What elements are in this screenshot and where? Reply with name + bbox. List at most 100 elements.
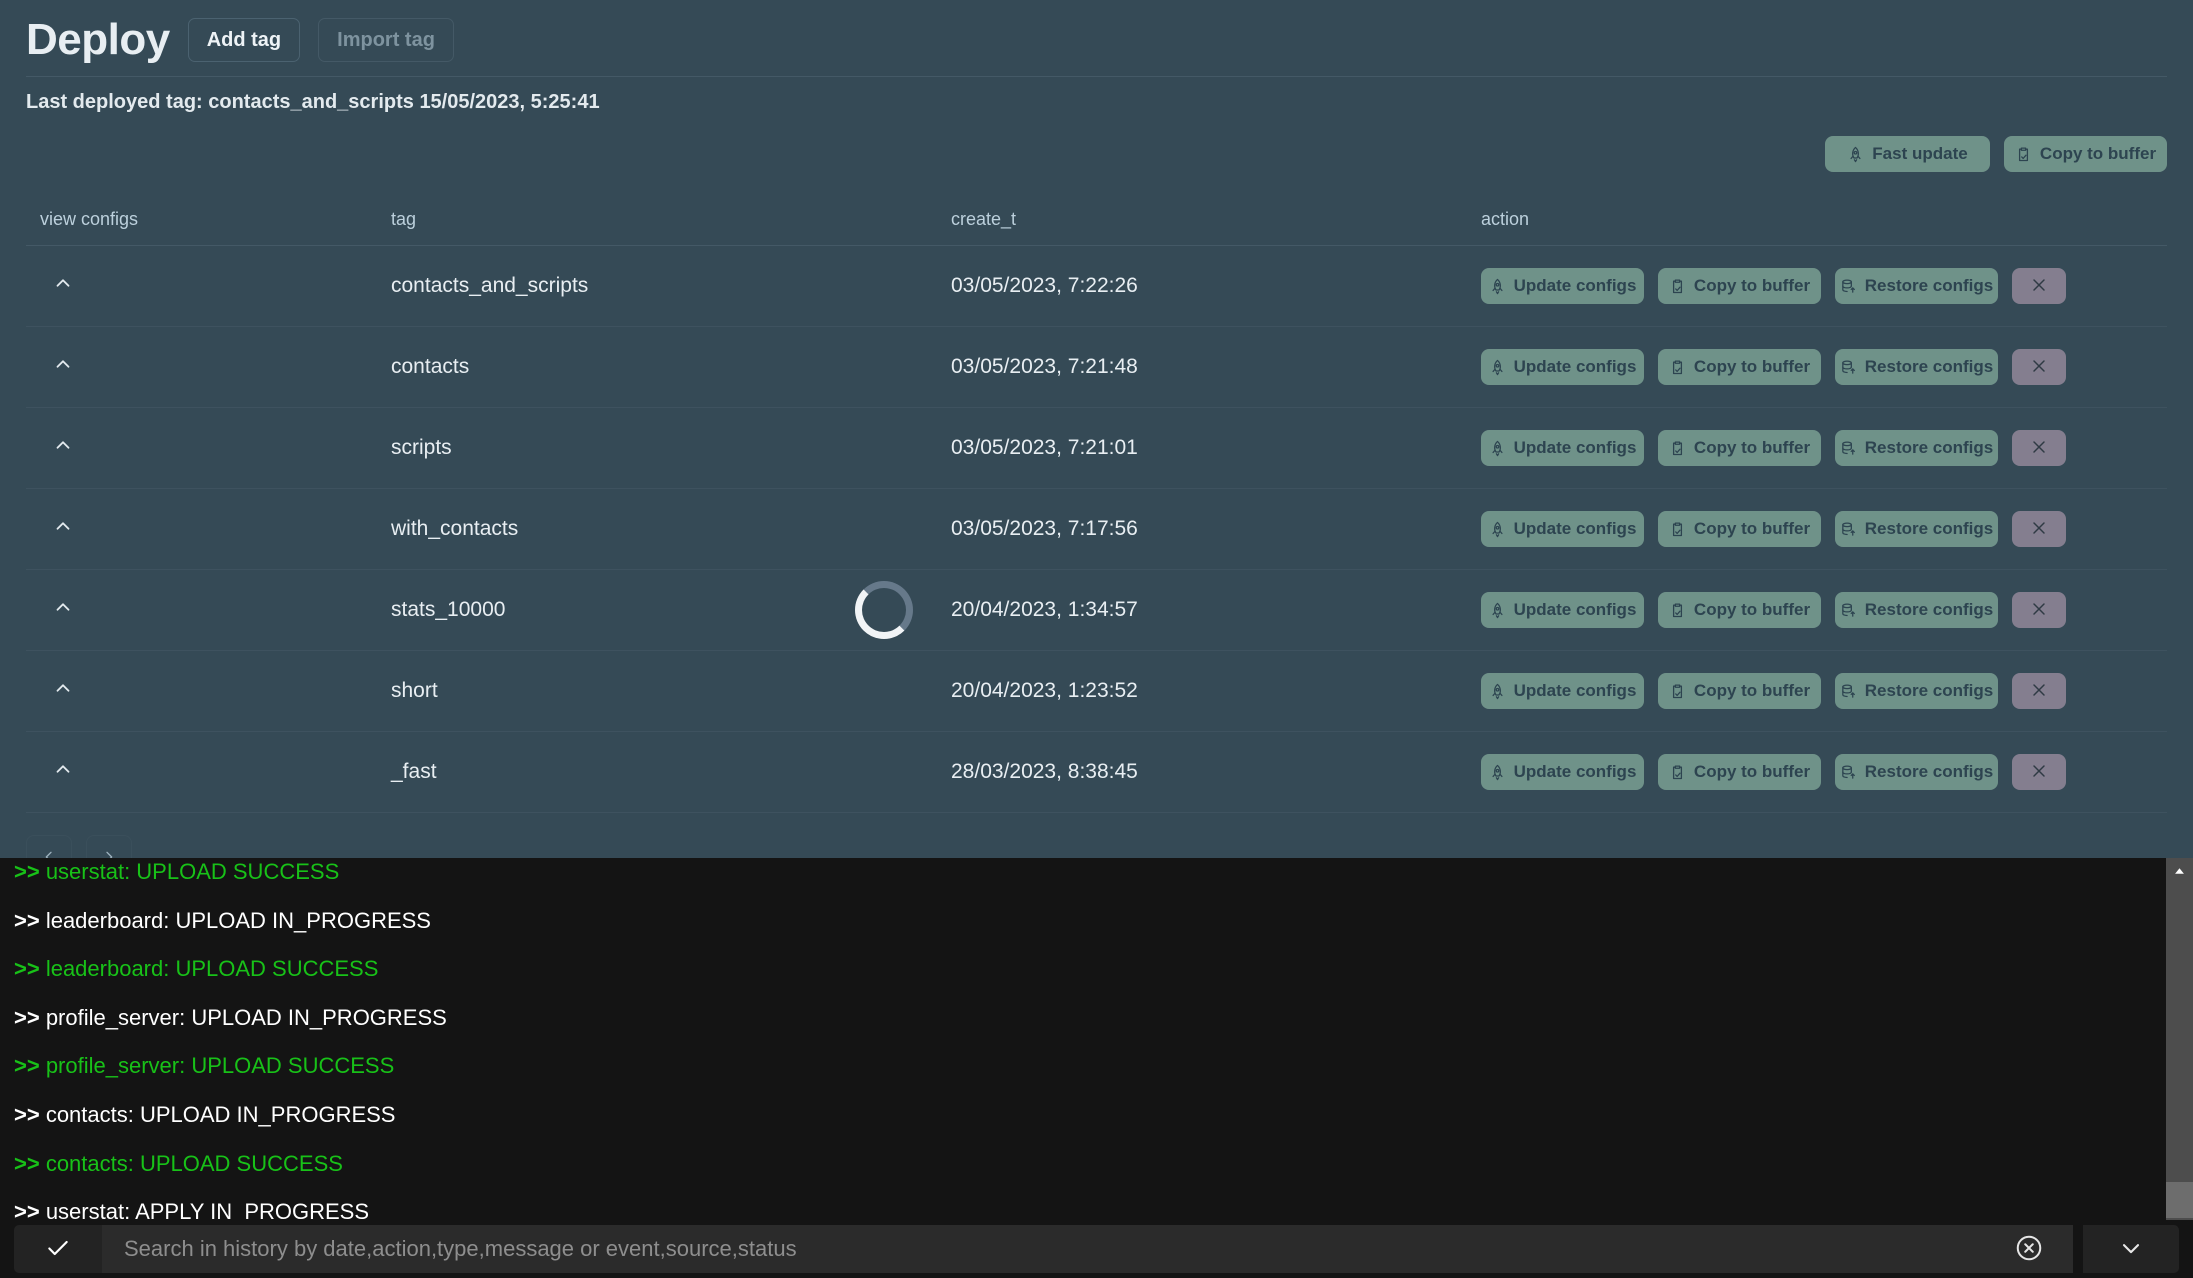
view-configs-cell [26, 353, 391, 381]
copy-to-buffer-label: Copy to buffer [1693, 600, 1811, 619]
copy-to-buffer-button[interactable]: Copy to buffer [1658, 430, 1821, 466]
restore-configs-button[interactable]: Restore configs [1835, 430, 1998, 466]
copy-to-buffer-button[interactable]: Copy to buffer [1658, 268, 1821, 304]
copy-to-buffer-button[interactable]: Copy to buffer [1658, 673, 1821, 709]
restore-configs-button[interactable]: Restore configs [1835, 349, 1998, 385]
close-icon [2029, 356, 2049, 379]
create-t-cell: 20/04/2023, 1:34:57 [855, 581, 1481, 639]
delete-tag-button[interactable] [2012, 592, 2066, 628]
restore-configs-label: Restore configs [1864, 600, 1994, 619]
restore-configs-button[interactable]: Restore configs [1835, 754, 1998, 790]
update-configs-button[interactable]: Update configs [1481, 754, 1644, 790]
create-t-value: 20/04/2023, 1:34:57 [951, 598, 1138, 621]
create-t-cell: 28/03/2023, 8:38:45 [951, 760, 1481, 784]
chevron-down-icon [2117, 1234, 2145, 1265]
rocket-icon [1489, 359, 1506, 376]
update-configs-button[interactable]: Update configs [1481, 349, 1644, 385]
delete-tag-button[interactable] [2012, 430, 2066, 466]
history-search-bar [0, 1220, 2193, 1278]
delete-tag-button[interactable] [2012, 754, 2066, 790]
chevron-up-icon [52, 434, 74, 459]
delete-tag-button[interactable] [2012, 268, 2066, 304]
fast-update-button[interactable]: Fast update [1825, 136, 1990, 172]
update-configs-label: Update configs [1513, 519, 1637, 538]
restore-configs-button[interactable]: Restore configs [1835, 268, 1998, 304]
console-log-line: >> userstat: UPLOAD SUCCESS [14, 859, 340, 884]
update-configs-button[interactable]: Update configs [1481, 511, 1644, 547]
tag-cell: contacts [391, 355, 470, 378]
restore-configs-label: Restore configs [1864, 762, 1994, 781]
update-configs-button[interactable]: Update configs [1481, 268, 1644, 304]
search-input[interactable] [102, 1225, 1985, 1273]
copy-to-buffer-button[interactable]: Copy to buffer [2004, 136, 2167, 172]
scrollbar-up-arrow[interactable] [2166, 858, 2193, 884]
apply-search-button[interactable] [14, 1225, 102, 1273]
table-row: scripts 03/05/2023, 7:21:01 Update configs… [26, 408, 2167, 489]
database-restore-icon [1840, 764, 1857, 781]
delete-tag-button[interactable] [2012, 511, 2066, 547]
restore-configs-label: Restore configs [1864, 519, 1994, 538]
view-configs-cell [26, 758, 391, 786]
delete-tag-button[interactable] [2012, 349, 2066, 385]
add-tag-button[interactable]: Add tag [187, 18, 301, 62]
console-log-panel: >> userstat: UPLOAD SUCCESS >> leaderboar… [0, 858, 2193, 1278]
update-configs-button[interactable]: Update configs [1481, 430, 1644, 466]
rocket-icon [1489, 278, 1506, 295]
toggle-configs-button[interactable] [52, 353, 74, 378]
copy-to-buffer-button[interactable]: Copy to buffer [1658, 592, 1821, 628]
check-icon [45, 1235, 71, 1264]
toggle-configs-button[interactable] [52, 677, 74, 702]
toggle-configs-button[interactable] [52, 434, 74, 459]
toggle-configs-button[interactable] [52, 272, 74, 297]
row-actions: Update configs Copy to buffer Restore conf… [1481, 754, 2167, 790]
table-header-row: view configs tag create_t action [26, 194, 2167, 246]
delete-tag-button[interactable] [2012, 673, 2066, 709]
console-log-line: >> leaderboard: UPLOAD SUCCESS [14, 956, 379, 982]
copy-to-buffer-button[interactable]: Copy to buffer [1658, 754, 1821, 790]
restore-configs-button[interactable]: Restore configs [1835, 673, 1998, 709]
column-header-action: action [1481, 209, 1530, 229]
close-icon [2029, 518, 2049, 541]
scrollbar-thumb[interactable] [2166, 1182, 2193, 1218]
table-row: with_contacts 03/05/2023, 7:17:56 Update c… [26, 489, 2167, 570]
page-header: Deploy Add tag Import tag [0, 0, 2193, 72]
restore-configs-button[interactable]: Restore configs [1835, 511, 1998, 547]
toggle-configs-button[interactable] [52, 515, 74, 540]
clipboard-check-icon [1669, 440, 1686, 457]
toggle-configs-button[interactable] [52, 758, 74, 783]
copy-to-buffer-button[interactable]: Copy to buffer [1658, 349, 1821, 385]
database-restore-icon [1840, 278, 1857, 295]
restore-configs-button[interactable]: Restore configs [1835, 592, 1998, 628]
table-row: stats_10000 20/04/2023, 1:34:57 Update con… [26, 570, 2167, 651]
update-configs-label: Update configs [1513, 357, 1637, 376]
toggle-configs-button[interactable] [52, 596, 74, 621]
chevron-up-icon [52, 515, 74, 540]
chevron-up-icon [52, 353, 74, 378]
close-icon [2029, 275, 2049, 298]
import-tag-button[interactable]: Import tag [318, 18, 454, 62]
update-configs-button[interactable]: Update configs [1481, 592, 1644, 628]
tag-cell: contacts_and_scripts [391, 274, 589, 297]
console-scrollbar[interactable] [2166, 858, 2193, 1248]
copy-to-buffer-label: Copy to buffer [2039, 144, 2157, 163]
chevron-up-icon [52, 758, 74, 783]
table-row: contacts_and_scripts 03/05/2023, 7:22:26 U… [26, 246, 2167, 327]
column-header-view-configs: view configs [40, 209, 139, 229]
expand-console-button[interactable] [2083, 1225, 2179, 1273]
table-row: contacts 03/05/2023, 7:21:48 Update config… [26, 327, 2167, 408]
page-title: Deploy [26, 15, 170, 64]
clipboard-check-icon [1669, 278, 1686, 295]
clear-search-button[interactable] [1985, 1225, 2073, 1273]
copy-to-buffer-button[interactable]: Copy to buffer [1658, 511, 1821, 547]
rocket-icon [1489, 521, 1506, 538]
restore-configs-label: Restore configs [1864, 276, 1994, 295]
table-row: _fast 28/03/2023, 8:38:45 Update configs Co… [26, 732, 2167, 813]
console-log-line: >> profile_server: UPLOAD SUCCESS [14, 1053, 395, 1079]
close-icon [2029, 599, 2049, 622]
update-configs-button[interactable]: Update configs [1481, 673, 1644, 709]
clipboard-check-icon [1669, 683, 1686, 700]
update-configs-label: Update configs [1513, 762, 1637, 781]
create-t-cell: 03/05/2023, 7:22:26 [951, 274, 1481, 298]
clipboard-check-icon [1669, 521, 1686, 538]
console-log-line: >> profile_server: UPLOAD IN_PROGRESS [14, 1004, 447, 1030]
